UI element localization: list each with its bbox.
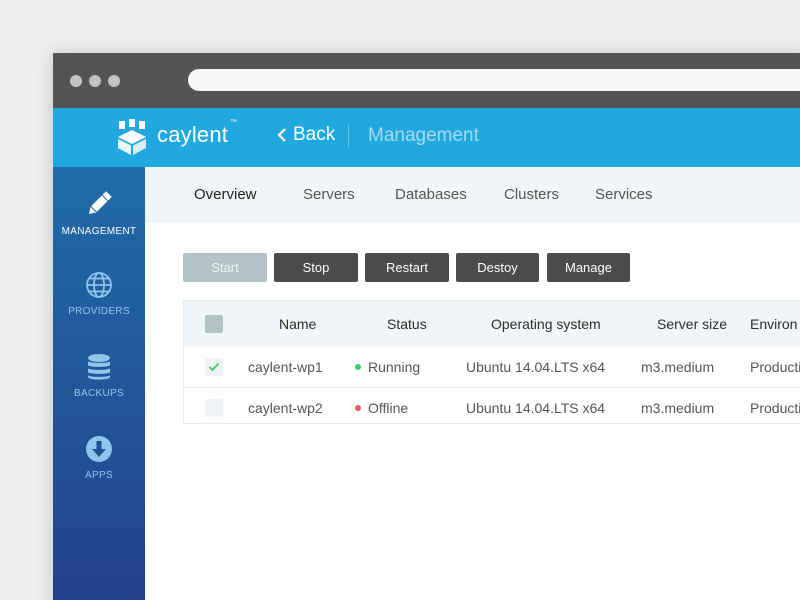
manage-button[interactable]: Manage <box>547 253 630 282</box>
table-row[interactable]: caylent-wp1 Running Ubuntu 14.04.LTS x64… <box>184 347 800 387</box>
row-checkbox[interactable] <box>205 399 223 417</box>
globe-icon <box>86 272 112 298</box>
app-header: caylent ™ Back Management <box>53 108 800 167</box>
window-minimize-dot[interactable] <box>89 75 101 87</box>
column-header-os[interactable]: Operating system <box>491 316 601 332</box>
browser-window: caylent ™ Back Management MANAGEMENT PRO… <box>53 53 800 600</box>
status-running-dot <box>355 364 361 370</box>
row-status-text: Offline <box>368 400 409 416</box>
window-zoom-dot[interactable] <box>108 75 120 87</box>
row-checkbox-checked[interactable] <box>205 358 223 376</box>
sidebar: MANAGEMENT PROVIDERS BACKUPS APPS <box>53 167 145 600</box>
row-status: Running <box>355 359 420 375</box>
caylent-logo-icon <box>118 119 146 155</box>
row-os: Ubuntu 14.04.LTS x64 <box>466 359 606 375</box>
tab-databases[interactable]: Databases <box>395 186 467 203</box>
row-name: caylent-wp2 <box>248 400 323 416</box>
back-label: Back <box>293 124 336 145</box>
row-environment: Producti <box>750 400 800 416</box>
column-header-size[interactable]: Server size <box>657 316 727 332</box>
servers-table: Name Status Operating system Server size… <box>183 300 800 424</box>
pencil-icon <box>89 191 112 214</box>
tab-overview[interactable]: Overview <box>194 186 257 203</box>
chevron-left-icon <box>277 128 286 142</box>
column-header-environment[interactable]: Environ <box>750 316 797 332</box>
trademark-symbol: ™ <box>230 119 237 126</box>
brand-name: caylent <box>157 122 229 147</box>
row-environment: Producti <box>750 359 800 375</box>
address-bar[interactable] <box>188 69 800 91</box>
browser-chrome <box>53 53 800 108</box>
table-row[interactable]: caylent-wp2 Offline Ubuntu 14.04.LTS x64… <box>184 387 800 427</box>
select-all-checkbox[interactable] <box>205 315 223 333</box>
table-header: Name Status Operating system Server size… <box>184 301 800 347</box>
back-button[interactable]: Back <box>277 124 335 146</box>
row-size: m3.medium <box>641 400 715 416</box>
column-header-name[interactable]: Name <box>279 316 316 332</box>
start-button[interactable]: Start <box>183 253 267 282</box>
section-title: Management <box>368 125 479 146</box>
window-close-dot[interactable] <box>70 75 82 87</box>
sidebar-item-providers[interactable]: PROVIDERS <box>53 271 145 317</box>
stop-button[interactable]: Stop <box>274 253 358 282</box>
tab-bar: Overview Servers Databases Clusters Serv… <box>145 167 800 223</box>
row-status: Offline <box>355 400 408 416</box>
restart-button[interactable]: Restart <box>365 253 449 282</box>
sidebar-item-apps[interactable]: APPS <box>53 435 145 481</box>
sidebar-item-backups[interactable]: BACKUPS <box>53 353 145 399</box>
sidebar-label-apps: APPS <box>85 470 113 481</box>
row-status-text: Running <box>368 359 421 375</box>
header-divider <box>348 124 349 148</box>
column-header-status[interactable]: Status <box>387 316 427 332</box>
row-name: caylent-wp1 <box>248 359 323 375</box>
status-offline-dot <box>355 405 361 411</box>
tab-servers[interactable]: Servers <box>303 186 355 203</box>
download-circle-icon <box>86 436 112 462</box>
checkmark-icon <box>208 362 220 372</box>
sidebar-item-management[interactable]: MANAGEMENT <box>53 189 145 237</box>
tab-clusters[interactable]: Clusters <box>504 186 559 203</box>
row-size: m3.medium <box>641 359 715 375</box>
sidebar-label-management: MANAGEMENT <box>61 226 137 237</box>
sidebar-label-backups: BACKUPS <box>74 388 124 399</box>
row-os: Ubuntu 14.04.LTS x64 <box>466 400 606 416</box>
destroy-button[interactable]: Destoy <box>456 253 539 282</box>
tab-services[interactable]: Services <box>595 186 653 203</box>
database-icon <box>88 354 110 380</box>
sidebar-label-providers: PROVIDERS <box>68 306 130 317</box>
